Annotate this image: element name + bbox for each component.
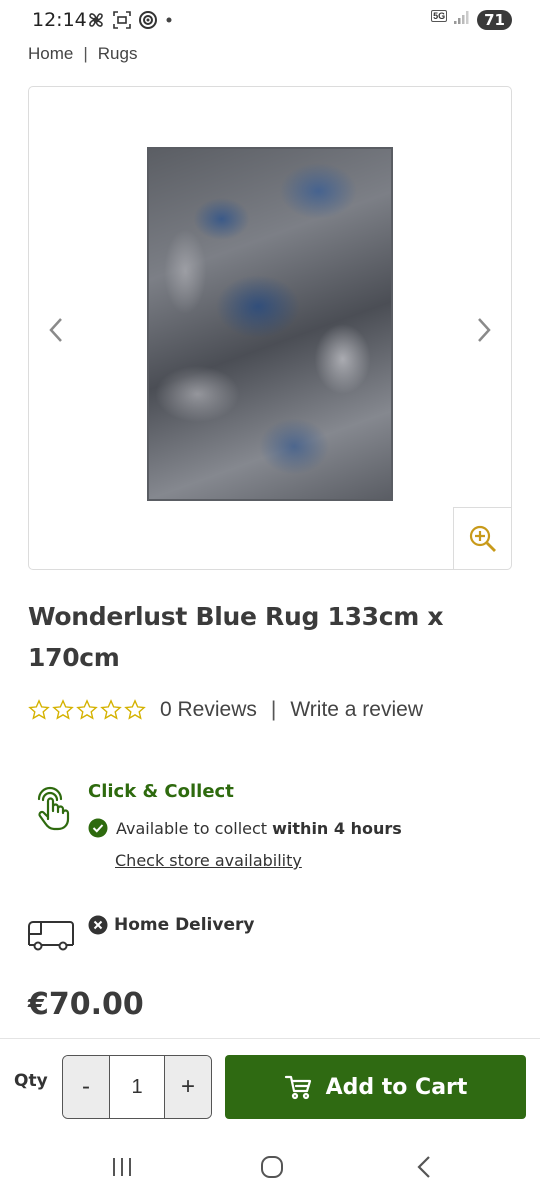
unavailable-x-icon	[88, 915, 108, 935]
chevron-right-icon	[478, 318, 491, 342]
status-time: 12:14	[32, 9, 87, 31]
status-right: 5G 71	[431, 9, 512, 30]
add-to-cart-label: Add to Cart	[325, 1074, 468, 1100]
availability-text: Available to collect within 4 hours	[116, 818, 402, 838]
qty-input[interactable]: 1	[109, 1056, 165, 1118]
add-to-cart-button[interactable]: Add to Cart	[225, 1055, 526, 1119]
back-chevron-icon	[417, 1156, 430, 1178]
delivery-truck-icon	[26, 916, 74, 957]
hand-tap-icon	[30, 783, 74, 836]
chevron-left-icon	[49, 318, 62, 342]
home-button[interactable]	[252, 1152, 292, 1182]
add-to-cart-bar: Qty - 1 + Add to Cart	[0, 1038, 540, 1134]
review-count[interactable]: 0 Reviews	[160, 698, 257, 722]
cart-icon	[284, 1075, 311, 1100]
gallery-prev-button[interactable]	[41, 315, 71, 345]
target-icon	[138, 10, 158, 30]
breadcrumb-separator: |	[83, 44, 88, 63]
product-title: Wonderlust Blue Rug 133cm x 170cm	[28, 602, 444, 672]
qty-label: Qty	[14, 1071, 48, 1091]
gallery-next-button[interactable]	[469, 315, 499, 345]
network-type: 5G	[431, 9, 448, 22]
qty-decrease-button[interactable]: -	[63, 1056, 109, 1118]
check-store-availability-link[interactable]: Check store availability	[115, 851, 302, 870]
signal-icon	[453, 9, 471, 30]
home-circle-icon	[261, 1156, 283, 1178]
product-gallery	[28, 86, 512, 570]
back-button[interactable]	[404, 1152, 444, 1182]
notification-dot-icon	[164, 10, 174, 30]
fan-icon	[86, 10, 106, 30]
star-empty-icon	[28, 699, 50, 720]
recent-apps-icon	[113, 1158, 131, 1176]
reviews-row: 0 Reviews | Write a review	[28, 698, 423, 722]
star-empty-icon	[100, 699, 122, 720]
review-separator: |	[270, 698, 277, 721]
home-delivery-label: Home Delivery	[114, 915, 255, 935]
click-collect-title: Click & Collect	[88, 781, 234, 802]
write-review-link[interactable]: Write a review	[290, 698, 423, 722]
collect-availability: Available to collect within 4 hours	[88, 818, 402, 838]
star-empty-icon	[52, 699, 74, 720]
product-price: €70.00	[28, 987, 144, 1022]
status-icons	[86, 10, 174, 30]
screenshot-icon	[112, 10, 132, 30]
star-empty-icon	[124, 699, 146, 720]
rating-stars[interactable]	[28, 699, 146, 721]
breadcrumb-home[interactable]: Home	[28, 44, 73, 64]
check-circle-icon	[88, 818, 108, 838]
product-image[interactable]	[147, 147, 393, 501]
breadcrumb: Home | Rugs	[28, 44, 137, 64]
zoom-button[interactable]	[453, 507, 511, 569]
recent-apps-button[interactable]	[102, 1152, 142, 1182]
system-nav-bar	[0, 1134, 540, 1200]
qty-increase-button[interactable]: +	[165, 1056, 211, 1118]
breadcrumb-rugs[interactable]: Rugs	[98, 44, 138, 64]
home-delivery-status: Home Delivery	[88, 915, 254, 935]
battery-level: 71	[477, 9, 512, 30]
quantity-stepper: - 1 +	[62, 1055, 212, 1119]
status-bar: 12:14 5G 71	[0, 0, 540, 40]
zoom-in-icon	[469, 525, 496, 552]
star-empty-icon	[76, 699, 98, 720]
